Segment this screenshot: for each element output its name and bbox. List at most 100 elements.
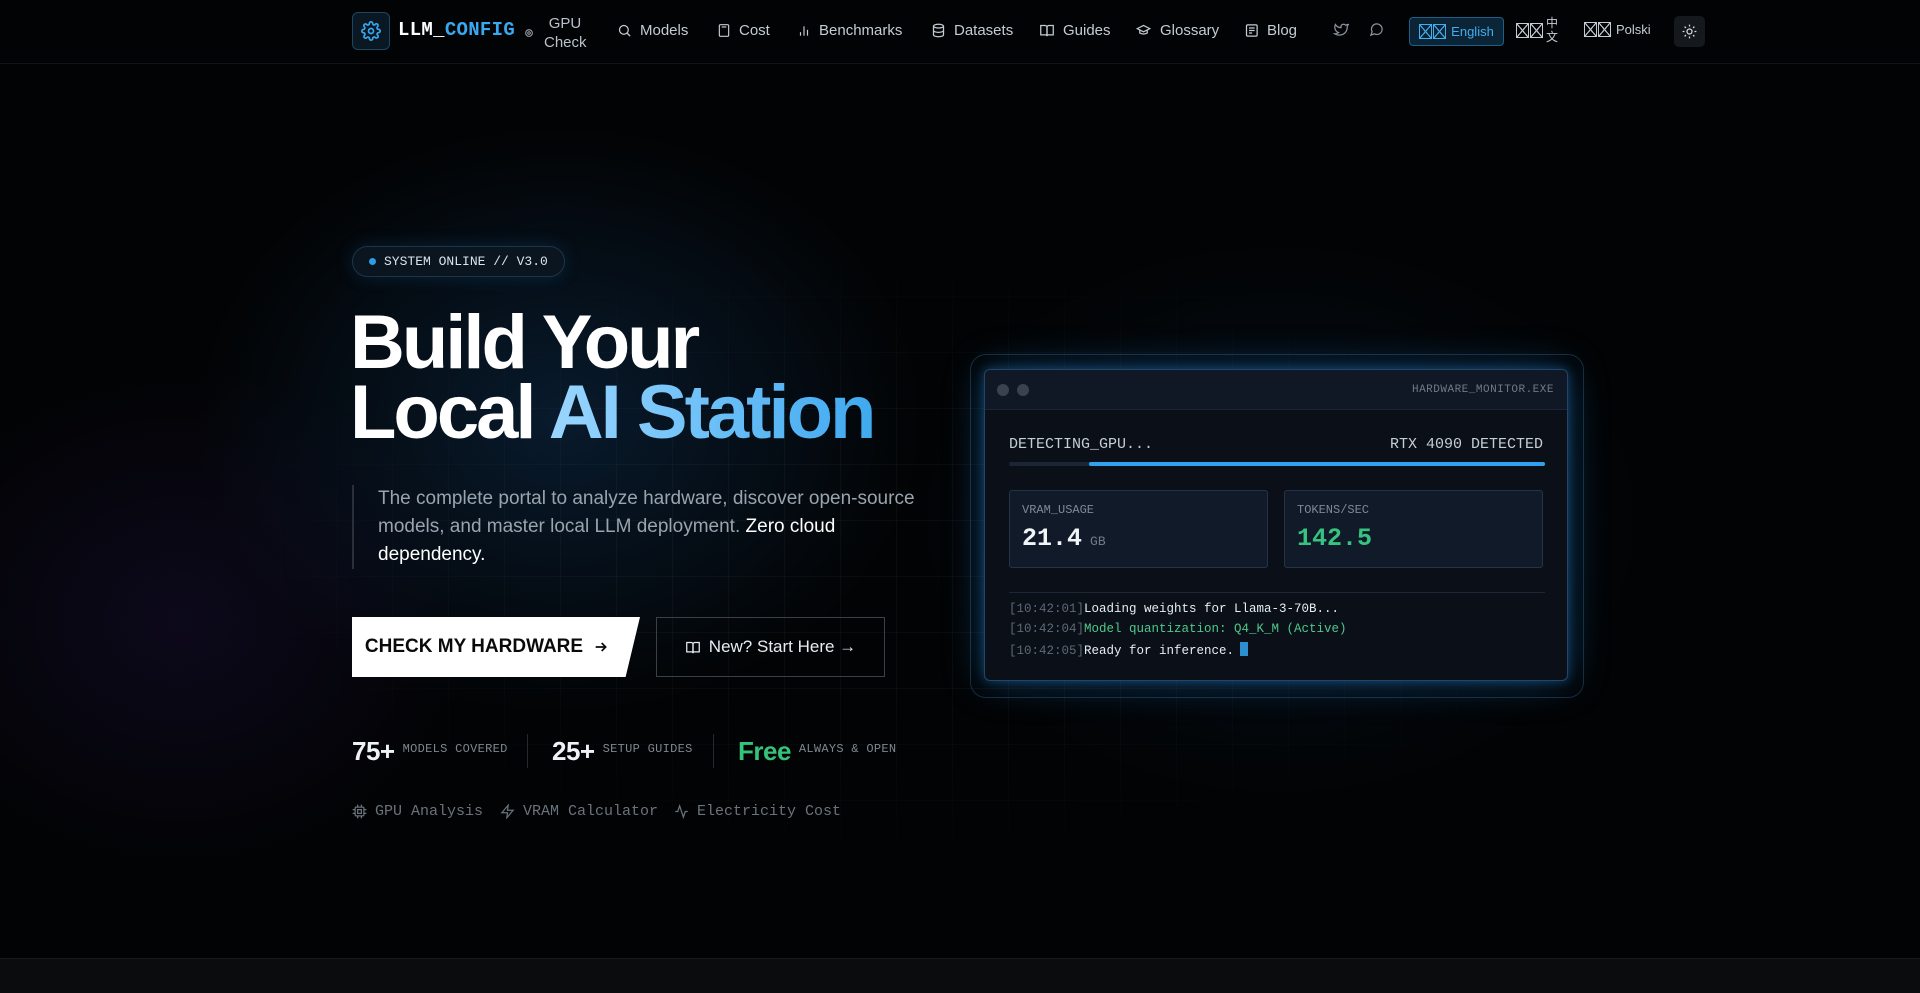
- language-polish-label: Polski: [1616, 22, 1651, 37]
- stat-free: Free ALWAYS & OPEN: [738, 736, 896, 767]
- feature-electricity-cost: Electricity Cost: [674, 803, 841, 820]
- window-dot: [997, 384, 1009, 396]
- language-english-button[interactable]: English: [1409, 17, 1504, 46]
- nav-item-blog[interactable]: Blog: [1244, 22, 1297, 39]
- status-badge: SYSTEM ONLINE // V3.0: [352, 246, 565, 277]
- twitter-icon: [1333, 23, 1349, 36]
- hero-title-plain: Local: [350, 370, 549, 455]
- cpu-icon: [352, 804, 367, 819]
- gpu-detect-progress: [1009, 462, 1545, 466]
- background-grid: [0, 240, 1920, 880]
- nav-item-gpu-check[interactable]: GPU Check: [524, 14, 587, 52]
- log-line: [10:42:04]Model quantization: Q4_K_M (Ac…: [1009, 622, 1347, 636]
- nav-item-benchmarks[interactable]: Benchmarks: [797, 22, 902, 39]
- log-timestamp: [10:42:01]: [1009, 602, 1085, 616]
- nav-item-datasets[interactable]: Datasets: [931, 22, 1013, 39]
- window-titlebar: HARDWARE_MONITOR.EXE: [985, 370, 1567, 410]
- check-hardware-label: CHECK MY HARDWARE: [364, 636, 584, 657]
- book-icon: [1040, 24, 1054, 37]
- log-line: [10:42:01]Loading weights for Llama-3-70…: [1009, 602, 1339, 616]
- sun-icon: [1682, 24, 1697, 39]
- nav-item-cost[interactable]: Cost: [717, 22, 770, 39]
- calculator-icon: [718, 24, 730, 37]
- stat-models-label: MODELS COVERED: [402, 742, 508, 756]
- flag-icon: [1516, 22, 1543, 38]
- twitter-link[interactable]: [1333, 22, 1349, 37]
- log-message: Model quantization: Q4_K_M (Active): [1084, 622, 1347, 636]
- hardware-monitor-window: HARDWARE_MONITOR.EXE DETECTING_GPU... RT…: [984, 369, 1568, 681]
- tokens-per-sec-label: TOKENS/SEC: [1297, 503, 1370, 517]
- nav-label-datasets: Datasets: [954, 22, 1014, 39]
- nav-label-benchmarks: Benchmarks: [819, 22, 903, 39]
- bar-chart-icon: [799, 25, 809, 36]
- graduation-cap-icon: [1135, 24, 1152, 35]
- top-navbar: LLM_CONFIG GPU Check Models Cost Benchma…: [0, 0, 1920, 64]
- logo-accent: CONFIG: [444, 19, 516, 41]
- theme-toggle-button[interactable]: [1674, 16, 1705, 47]
- log-separator: [1009, 592, 1545, 593]
- detected-gpu-value: RTX 4090 DETECTED: [1389, 436, 1543, 453]
- tokens-per-sec-value: 142.5: [1297, 524, 1373, 553]
- log-timestamp: [10:42:04]: [1009, 622, 1085, 636]
- log-timestamp: [10:42:05]: [1009, 644, 1085, 658]
- log-line: [10:42:05]Ready for inference.: [1009, 642, 1249, 658]
- chip-icon: [525, 29, 533, 37]
- vram-usage-label: VRAM_USAGE: [1022, 503, 1095, 517]
- message-circle-icon: [1369, 23, 1383, 37]
- window-title: HARDWARE_MONITOR.EXE: [1411, 384, 1554, 396]
- database-icon: [932, 23, 945, 38]
- nav-item-glossary[interactable]: Glossary: [1135, 22, 1219, 39]
- hero-title: Build Your Local AI Station: [350, 300, 876, 451]
- chat-link[interactable]: [1369, 22, 1384, 37]
- newspaper-icon: [1245, 24, 1258, 37]
- language-polish-button[interactable]: Polski: [1584, 22, 1651, 37]
- nav-label-glossary: Glossary: [1160, 22, 1220, 39]
- nav-label-gpu-check: GPU Check: [544, 15, 587, 51]
- progress-fill: [1089, 462, 1545, 466]
- hero-title-line-1: Build Your: [350, 300, 700, 385]
- language-chinese-label: 中文: [1546, 16, 1559, 44]
- stat-models-value: 75+: [352, 736, 395, 766]
- hero-title-accent: AI Station: [548, 370, 877, 455]
- language-english-label: English: [1451, 24, 1494, 39]
- log-message: Ready for inference.: [1084, 644, 1235, 658]
- arrow-right-icon: [595, 642, 607, 652]
- stat-divider: [713, 734, 714, 768]
- nav-item-models[interactable]: Models: [617, 22, 688, 39]
- language-chinese-button[interactable]: 中文: [1516, 16, 1558, 44]
- logo-gear-icon[interactable]: [352, 12, 390, 50]
- stat-free-value: Free: [738, 736, 791, 766]
- stat-free-label: ALWAYS & OPEN: [798, 742, 897, 756]
- tokens-per-sec-card: TOKENS/SEC 142.5: [1284, 490, 1543, 568]
- book-open-icon: [685, 641, 700, 653]
- log-message: Loading weights for Llama-3-70B...: [1084, 602, 1340, 616]
- window-dot: [1017, 384, 1029, 396]
- status-dot: [369, 258, 376, 265]
- flag-icon: [1584, 22, 1611, 37]
- activity-icon: [675, 804, 688, 819]
- stat-guides: 25+ SETUP GUIDES: [552, 736, 693, 767]
- check-hardware-button[interactable]: CHECK MY HARDWARE: [352, 617, 640, 677]
- detecting-gpu-label: DETECTING_GPU...: [1009, 436, 1154, 453]
- feature-vram-calculator: VRAM Calculator: [500, 803, 658, 820]
- footer-band: [0, 958, 1920, 993]
- feature-gpu-analysis-label: GPU Analysis: [375, 803, 484, 820]
- feature-vram-calculator-label: VRAM Calculator: [523, 803, 659, 820]
- hero-title-line-2: Local AI Station: [350, 375, 876, 451]
- vram-usage-value-row: 21.4 GB: [1022, 524, 1106, 553]
- stat-guides-value: 25+: [552, 736, 595, 766]
- hero-description: The complete portal to analyze hardware,…: [352, 485, 922, 569]
- vram-usage-card: VRAM_USAGE 21.4 GB: [1009, 490, 1268, 568]
- nav-item-guides[interactable]: Guides: [1039, 22, 1111, 39]
- feature-electricity-cost-label: Electricity Cost: [697, 803, 842, 820]
- search-icon: [618, 24, 631, 37]
- status-badge-label: SYSTEM ONLINE // V3.0: [384, 254, 548, 269]
- nav-label-cost: Cost: [739, 22, 770, 39]
- nav-label-blog: Blog: [1267, 22, 1298, 39]
- start-here-label: New? Start Here →: [708, 637, 857, 656]
- vram-usage-unit: GB: [1090, 534, 1106, 549]
- start-here-button[interactable]: New? Start Here →: [656, 617, 885, 677]
- nav-label-guides: Guides: [1063, 22, 1111, 39]
- flag-icon: [1419, 24, 1447, 39]
- site-logo[interactable]: LLM_CONFIG: [398, 19, 515, 41]
